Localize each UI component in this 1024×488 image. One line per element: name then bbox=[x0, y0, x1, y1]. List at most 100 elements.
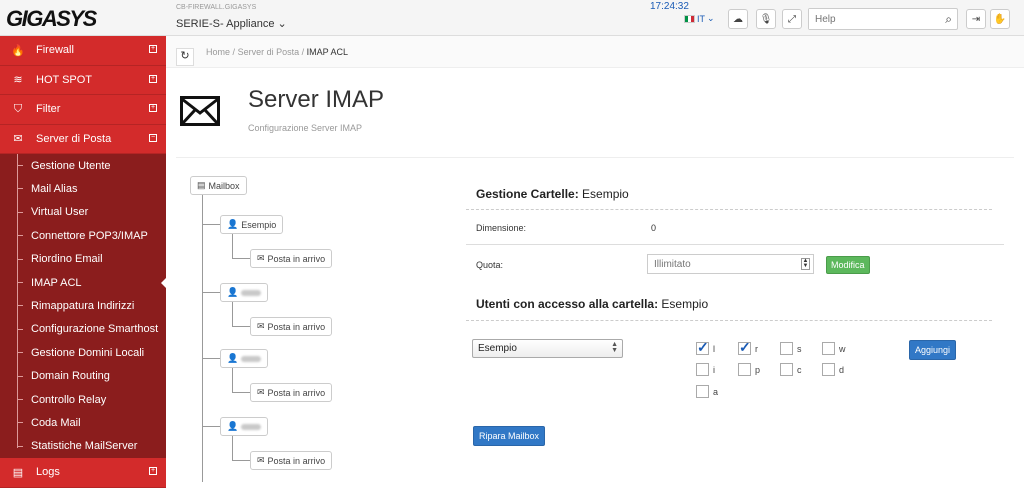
chart-icon: ▤ bbox=[12, 466, 24, 479]
tree-node-label: Esempio bbox=[241, 219, 277, 230]
sidebar-item-filter[interactable]: ⛉ Filter + bbox=[0, 95, 166, 125]
checkbox[interactable] bbox=[780, 363, 793, 376]
tree-node-inbox[interactable]: ✉ Posta in arrivo bbox=[250, 317, 333, 336]
shield-icon: ⛉ bbox=[13, 102, 23, 115]
modify-button[interactable]: Modifica bbox=[826, 256, 870, 274]
section-title-bold: Gestione Cartelle: bbox=[476, 187, 579, 201]
redacted-username bbox=[241, 289, 262, 296]
sidebar-item-controllo-relay[interactable]: Controllo Relay bbox=[0, 388, 166, 411]
repair-mailbox-button[interactable]: Ripara Mailbox bbox=[473, 426, 546, 446]
sidebar-item-domini-locali[interactable]: Gestione Domini Locali bbox=[0, 341, 166, 364]
tree-line bbox=[232, 258, 250, 259]
permission-label: s bbox=[797, 343, 802, 354]
expand-icon[interactable]: + bbox=[149, 45, 157, 53]
sidebar-item-smarthost[interactable]: Configurazione Smarthost bbox=[0, 318, 166, 341]
permission-r[interactable]: r bbox=[738, 339, 758, 356]
add-button[interactable]: Aggiungi bbox=[909, 340, 957, 360]
tree-line bbox=[202, 195, 203, 482]
tree-node-inbox[interactable]: ✉ Posta in arrivo bbox=[250, 451, 333, 470]
checkbox[interactable] bbox=[738, 339, 751, 356]
permission-a[interactable]: a bbox=[696, 385, 718, 398]
checkbox[interactable] bbox=[780, 342, 793, 355]
tree-node-user[interactable]: 👤 bbox=[220, 417, 269, 436]
permission-c[interactable]: c bbox=[780, 363, 802, 376]
sidebar-item-connettore[interactable]: Connettore POP3/IMAP bbox=[0, 224, 166, 247]
sidebar-item-label: Filter bbox=[36, 103, 61, 116]
device-series-dropdown[interactable]: SERIE-S- Appliance ⌄ bbox=[176, 17, 287, 30]
sidebar-item-server-di-posta[interactable]: ✉ Server di Posta − bbox=[0, 124, 166, 154]
clock: 17:24:32 bbox=[650, 1, 689, 12]
logout-button[interactable]: ⇥ bbox=[966, 9, 986, 29]
checkbox[interactable] bbox=[696, 339, 709, 356]
sidebar-item-label: Server di Posta bbox=[36, 132, 112, 145]
tree-node-label: Posta in arrivo bbox=[267, 253, 326, 264]
permission-l[interactable]: l bbox=[696, 339, 715, 356]
expand-icon[interactable]: + bbox=[149, 104, 157, 112]
device-name: CB-FIREWALL.GIGASYS bbox=[176, 4, 257, 11]
cloud-button[interactable]: ☁ bbox=[728, 9, 748, 29]
microphone-button[interactable]: 🎙 bbox=[756, 9, 776, 29]
refresh-icon[interactable]: ↻ bbox=[176, 48, 194, 66]
sidebar-item-rimappatura[interactable]: Rimappatura Indirizzi bbox=[0, 294, 166, 317]
sidebar-item-domain-routing[interactable]: Domain Routing bbox=[0, 365, 166, 388]
database-icon: ▤ bbox=[197, 180, 206, 190]
checkbox[interactable] bbox=[738, 363, 751, 376]
tree-node-inbox[interactable]: ✉ Posta in arrivo bbox=[250, 249, 333, 268]
user-select[interactable]: Esempio ▲ ▼ bbox=[472, 339, 623, 358]
checkbox[interactable] bbox=[822, 342, 835, 355]
checkbox[interactable] bbox=[822, 363, 835, 376]
logo: GIGASYS bbox=[6, 6, 97, 31]
sidebar-item-hotspot[interactable]: ≋ HOT SPOT + bbox=[0, 65, 166, 95]
sidebar-item-label: Firewall bbox=[36, 44, 74, 57]
search-icon[interactable]: ⌕ bbox=[945, 12, 952, 27]
page-title: Server IMAP bbox=[248, 86, 385, 113]
sidebar-item-firewall[interactable]: 🔥 Firewall + bbox=[0, 36, 166, 66]
tree-node-label: Posta in arrivo bbox=[267, 455, 326, 466]
language-selector[interactable]: IT ⌄ bbox=[684, 13, 715, 24]
permission-s[interactable]: s bbox=[780, 342, 802, 355]
quota-input[interactable] bbox=[648, 255, 788, 273]
fire-icon: 🔥 bbox=[11, 44, 25, 57]
sidebar-item-logs[interactable]: ▤ Logs + bbox=[0, 458, 166, 488]
permission-label: r bbox=[755, 343, 758, 354]
envelope-icon: ✉ bbox=[13, 133, 23, 146]
permission-label: p bbox=[755, 364, 761, 375]
tree-line bbox=[232, 436, 233, 460]
sidebar-item-virtual-user[interactable]: Virtual User bbox=[0, 201, 166, 224]
tree-node-label: Posta in arrivo bbox=[267, 321, 326, 332]
sidebar-item-coda-mail[interactable]: Coda Mail bbox=[0, 411, 166, 434]
permission-w[interactable]: w bbox=[822, 342, 846, 355]
quota-label: Quota: bbox=[476, 260, 504, 270]
sidebar-item-statistiche[interactable]: Statistiche MailServer bbox=[0, 435, 166, 458]
checkbox[interactable] bbox=[696, 363, 709, 376]
help-input[interactable] bbox=[809, 9, 929, 29]
tree-node-user[interactable]: 👤 bbox=[220, 283, 269, 302]
expand-icon[interactable]: + bbox=[149, 467, 157, 476]
hand-button[interactable]: ✋ bbox=[990, 9, 1010, 29]
sidebar-item-mail-alias[interactable]: Mail Alias bbox=[0, 177, 166, 200]
fullscreen-button[interactable]: ⤢ bbox=[782, 9, 802, 29]
tree-node-user[interactable]: 👤 Esempio bbox=[220, 215, 284, 234]
permission-d[interactable]: d bbox=[822, 363, 844, 376]
tree-node-mailbox[interactable]: ▤ Mailbox bbox=[190, 176, 247, 195]
hand-icon: ✋ bbox=[993, 13, 1007, 25]
permission-i[interactable]: i bbox=[696, 363, 715, 376]
tree-node-user[interactable]: 👤 bbox=[220, 349, 269, 368]
breadcrumb-home[interactable]: Home bbox=[206, 47, 230, 57]
wifi-icon: ≋ bbox=[13, 74, 23, 87]
tree-line bbox=[232, 392, 250, 393]
checkbox[interactable] bbox=[696, 385, 709, 398]
permission-label: w bbox=[839, 343, 846, 354]
permission-p[interactable]: p bbox=[738, 363, 760, 376]
collapse-icon[interactable]: − bbox=[149, 133, 157, 142]
tree-node-label: Mailbox bbox=[208, 180, 240, 191]
breadcrumb-parent[interactable]: Server di Posta bbox=[238, 47, 300, 57]
expand-icon[interactable]: + bbox=[149, 74, 157, 83]
sidebar-item-riordino-email[interactable]: Riordino Email bbox=[0, 248, 166, 271]
spinner-icon[interactable]: ▲ ▼ bbox=[801, 258, 810, 270]
tree-node-inbox[interactable]: ✉ Posta in arrivo bbox=[250, 383, 333, 402]
permission-label: d bbox=[839, 364, 845, 375]
tree-line bbox=[232, 460, 250, 461]
sidebar-item-imap-acl[interactable]: IMAP ACL bbox=[0, 271, 167, 294]
sidebar-item-gestione-utente[interactable]: Gestione Utente bbox=[0, 154, 166, 177]
